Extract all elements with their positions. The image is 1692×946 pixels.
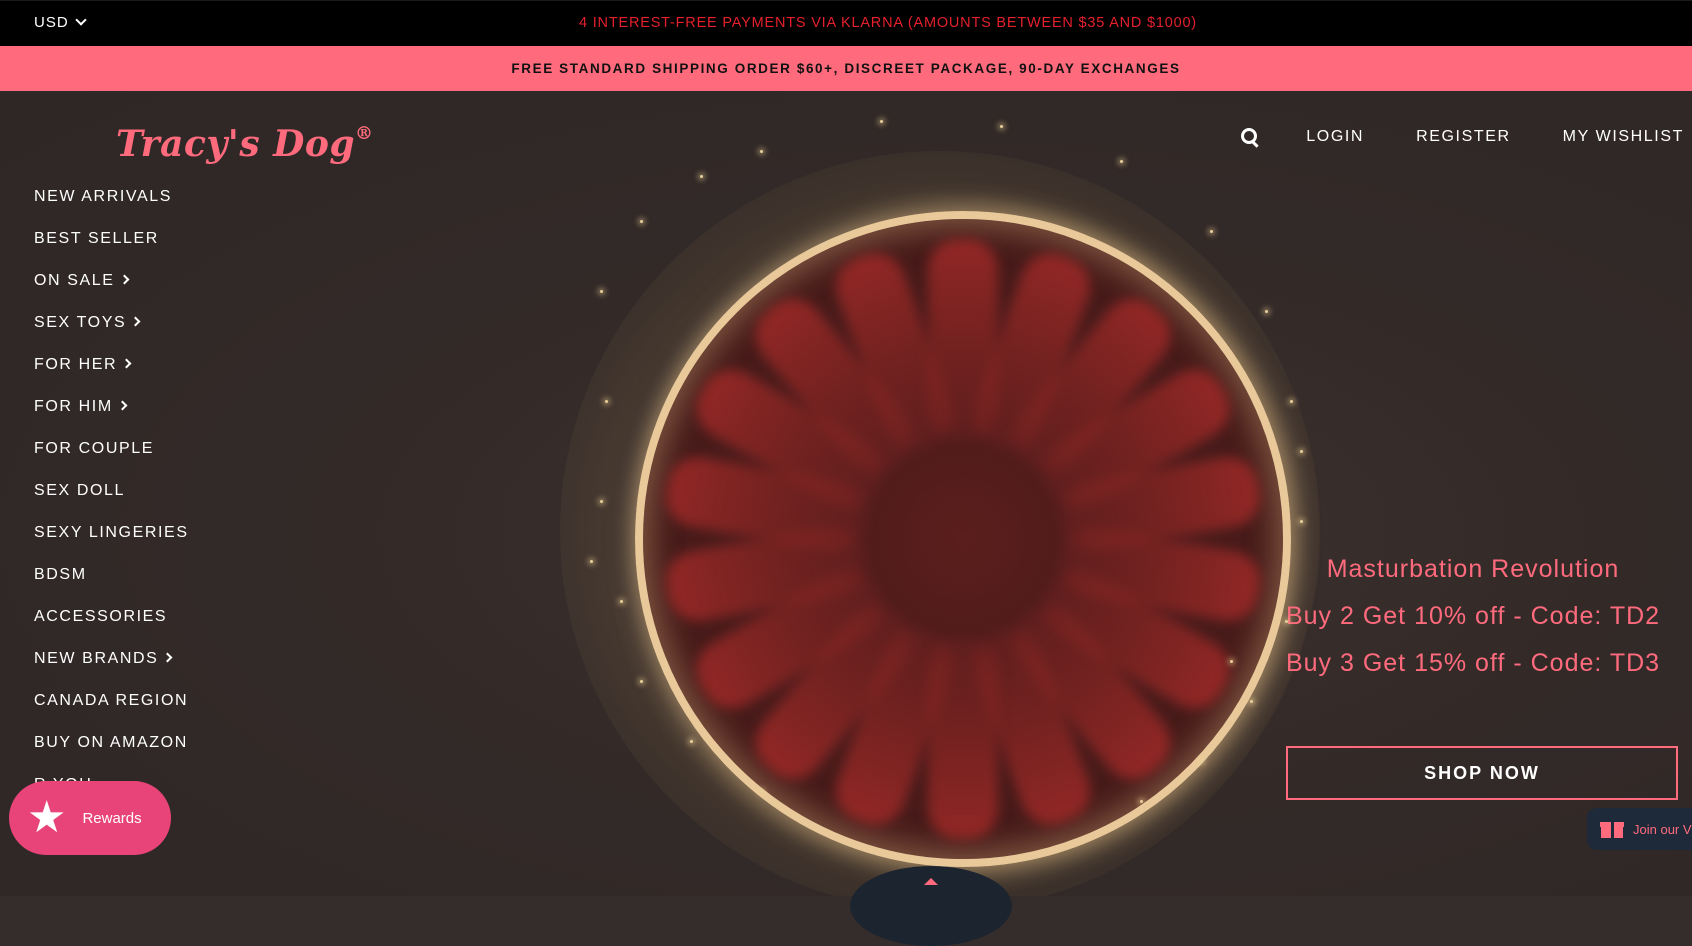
nav-item[interactable]: SEXY LINGERIES — [34, 512, 189, 554]
hero-image-speckle — [1290, 400, 1293, 403]
hero-image-speckle — [1230, 660, 1233, 663]
star-icon: ★ — [27, 793, 67, 842]
hero-image-speckle — [1000, 125, 1003, 128]
chevron-right-icon — [130, 316, 141, 327]
nav-item[interactable]: CANADA REGION — [34, 680, 189, 722]
hero-image-speckle — [1285, 620, 1288, 623]
nav-item-label: FOR COUPLE — [34, 440, 155, 457]
chevron-right-icon — [121, 358, 132, 369]
hero-image-speckle — [620, 600, 623, 603]
nav-item-label: NEW ARRIVALS — [34, 188, 173, 205]
hero-image-speckle — [1200, 760, 1203, 763]
arrow-up-icon — [924, 878, 938, 885]
hero-product-image — [635, 211, 1291, 867]
nav-item[interactable]: SEX DOLL — [34, 470, 189, 512]
hero-image-speckle — [760, 790, 763, 793]
hero-image-speckle — [600, 500, 603, 503]
promo-text: Masturbation Revolution Buy 2 Get 10% of… — [1268, 555, 1678, 696]
hero-image-speckle — [1300, 520, 1303, 523]
hero-image-speckle — [640, 220, 643, 223]
search-icon[interactable] — [1240, 127, 1260, 148]
nav-item[interactable]: FOR COUPLE — [34, 428, 189, 470]
nav-item[interactable]: BUY ON AMAZON — [34, 722, 189, 764]
nav-item-label: BEST SELLER — [34, 230, 159, 247]
rewards-label: Rewards — [82, 809, 142, 827]
vip-label: Join our VI — [1633, 821, 1692, 837]
nav-item[interactable]: FOR HER — [34, 344, 189, 386]
hero-image-speckle — [1250, 700, 1253, 703]
nav-item-label: FOR HIM — [34, 398, 113, 415]
registered-mark: ® — [355, 123, 374, 144]
nav-item[interactable]: ON SALE — [34, 260, 189, 302]
shipping-banner: FREE STANDARD SHIPPING ORDER $60+, DISCR… — [0, 46, 1692, 91]
nav-item[interactable]: FOR HIM — [34, 386, 189, 428]
hero-image-speckle — [1120, 160, 1123, 163]
hero-image-speckle — [690, 740, 693, 743]
shop-now-button[interactable]: SHOP NOW — [1286, 746, 1678, 800]
hero-image-speckle — [880, 120, 883, 123]
promo-headline: Masturbation Revolution — [1326, 555, 1620, 583]
brand-logo[interactable]: Tracy's Dog® — [116, 123, 374, 165]
scroll-up-tab[interactable] — [850, 866, 1012, 946]
promo-line-1: Buy 2 Get 10% off - Code: TD2 — [1285, 602, 1661, 630]
main-nav: NEW ARRIVALS BEST SELLER ON SALE SEX TOYS FO… — [34, 176, 189, 806]
wishlist-link[interactable]: MY WISHLIST — [1563, 128, 1684, 146]
hero-image-speckle — [590, 560, 593, 563]
hero-image-speckle — [760, 150, 763, 153]
vip-join-button[interactable]: Join our VI — [1587, 808, 1692, 850]
chevron-right-icon — [117, 400, 128, 411]
hero-image-speckle — [1140, 800, 1143, 803]
register-link[interactable]: REGISTER — [1416, 128, 1511, 146]
nav-item-label: SEX TOYS — [34, 314, 127, 331]
nav-item-label: SEXY LINGERIES — [34, 524, 189, 541]
chevron-right-icon — [163, 652, 173, 663]
chevron-right-icon — [119, 274, 130, 285]
nav-item[interactable]: NEW ARRIVALS — [34, 176, 189, 218]
rewards-button[interactable]: ★ Rewards — [9, 781, 171, 855]
nav-item-label: BUY ON AMAZON — [34, 734, 188, 751]
hero-image-speckle — [600, 290, 603, 293]
nav-item[interactable]: BEST SELLER — [34, 218, 189, 260]
hero-banner: Tracy's Dog® NEW ARRIVALS BEST SELLER ON S… — [0, 91, 1692, 896]
login-link[interactable]: LOGIN — [1306, 128, 1364, 146]
nav-item-label: BDSM — [34, 566, 87, 583]
nav-item[interactable]: NEW BRANDS — [34, 638, 189, 680]
nav-item-label: ON SALE — [34, 272, 115, 289]
nav-item-label: CANADA REGION — [34, 692, 189, 709]
nav-item[interactable]: SEX TOYS — [34, 302, 189, 344]
nav-item[interactable]: ACCESSORIES — [34, 596, 189, 638]
nav-item-label: ACCESSORIES — [34, 608, 168, 625]
nav-item-label: FOR HER — [34, 356, 118, 373]
header-actions: LOGIN REGISTER MY WISHLIST — [1240, 127, 1684, 148]
hero-image-speckle — [700, 175, 703, 178]
hero-image-speckle — [1210, 230, 1213, 233]
hero-image-speckle — [640, 680, 643, 683]
hero-image-speckle — [605, 400, 608, 403]
klarna-announcement: 4 INTEREST-FREE PAYMENTS VIA KLARNA (AMO… — [579, 15, 1197, 31]
top-announcement-bar: USD 4 INTEREST-FREE PAYMENTS VIA KLARNA … — [0, 0, 1692, 46]
hero-image-speckle — [1300, 450, 1303, 453]
nav-item-label: SEX DOLL — [34, 482, 126, 499]
hero-image-speckle — [1265, 310, 1268, 313]
promo-line-2: Buy 3 Get 15% off - Code: TD3 — [1285, 649, 1661, 677]
nav-item-label: NEW BRANDS — [34, 650, 159, 667]
gift-icon — [1600, 820, 1624, 838]
brand-logo-text: Tracy's Dog — [116, 123, 356, 165]
nav-item[interactable]: BDSM — [34, 554, 189, 596]
